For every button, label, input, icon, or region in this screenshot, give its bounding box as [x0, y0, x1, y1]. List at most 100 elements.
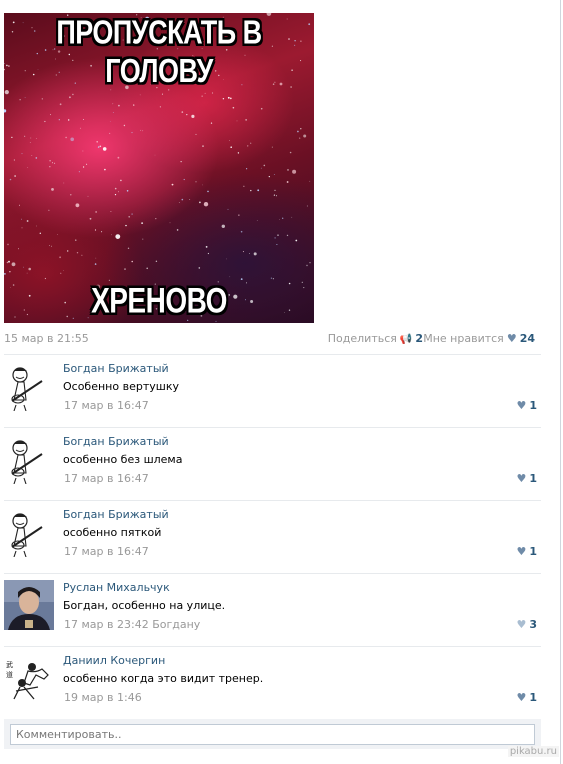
star — [7, 243, 9, 246]
comment-item: Руслан Михальчук Богдан, особенно на ули… — [4, 574, 541, 647]
comment-text: Особенно вертушку — [63, 380, 179, 393]
share-count: 2 — [415, 332, 423, 345]
star — [51, 188, 54, 191]
star — [309, 262, 311, 264]
judo-throw-drawing: 武 道 — [4, 653, 54, 703]
star — [126, 190, 129, 192]
star — [201, 95, 203, 97]
star — [232, 106, 235, 109]
meme-image[interactable]: ПРОПУСКАТЬ В ГОЛОВУ ХРЕНОВО — [4, 13, 314, 323]
star — [36, 138, 37, 139]
comment-like-button[interactable]: ♥ 1 — [516, 545, 537, 558]
comment-input[interactable] — [10, 724, 535, 745]
comment-date[interactable]: 17 мар в 16:47 — [64, 399, 149, 412]
comment-text: особенно пяткой — [63, 526, 162, 539]
comment-author[interactable]: Богдан Брижатый — [63, 435, 169, 448]
star — [50, 114, 51, 116]
judo-avatar[interactable]: 武 道 — [4, 653, 54, 703]
star — [102, 147, 107, 151]
star — [131, 260, 133, 263]
star — [215, 320, 217, 322]
guitarist-drawing — [4, 434, 54, 484]
star — [227, 208, 229, 210]
star — [109, 132, 111, 134]
star — [6, 261, 9, 264]
star — [63, 270, 64, 271]
comment-date[interactable]: 17 мар в 23:42 Богдану — [64, 618, 200, 631]
star — [260, 107, 263, 110]
star — [198, 267, 201, 269]
like-button[interactable]: Мне нравится ♥ 24 — [423, 332, 535, 345]
comment-item: Богдан Брижатый особенно пяткой 17 мар в… — [4, 501, 541, 574]
star — [289, 151, 292, 154]
comment-text: Богдан, особенно на улице. — [63, 599, 226, 612]
star — [118, 191, 119, 193]
star — [124, 268, 126, 270]
post-date[interactable]: 15 мар в 21:55 — [4, 332, 89, 345]
comment-date[interactable]: 17 мар в 16:47 — [64, 545, 149, 558]
star — [125, 224, 127, 227]
comment-composer — [4, 719, 541, 749]
star — [115, 234, 121, 240]
comment-item: 武 道 Даниил Кочергин особенно когда это в… — [4, 647, 541, 720]
photo-avatar[interactable] — [4, 580, 54, 630]
star — [229, 140, 230, 141]
svg-text:武: 武 — [6, 660, 13, 669]
comment-like-button[interactable]: ♥ 3 — [516, 618, 537, 631]
star — [48, 209, 50, 211]
guitarist-avatar[interactable] — [4, 434, 54, 484]
star — [178, 202, 180, 203]
star — [21, 218, 22, 220]
star — [97, 146, 100, 148]
star — [195, 181, 197, 183]
guitarist-avatar[interactable] — [4, 361, 54, 411]
share-button[interactable]: Поделиться 📢 2 — [328, 332, 423, 345]
star — [274, 189, 276, 191]
star — [204, 92, 206, 94]
star — [271, 146, 273, 148]
star — [35, 157, 38, 159]
star — [240, 230, 243, 233]
comment-author[interactable]: Даниил Кочергин — [63, 654, 165, 667]
heart-icon: ♥ — [516, 399, 527, 412]
star — [180, 161, 182, 163]
star — [57, 234, 58, 235]
star — [273, 194, 275, 196]
star — [118, 104, 120, 107]
star — [76, 252, 79, 254]
comment-like-button[interactable]: ♥ 1 — [516, 472, 537, 485]
star — [272, 278, 274, 280]
star — [246, 168, 248, 170]
star — [99, 145, 102, 148]
star — [247, 145, 249, 147]
star — [176, 229, 179, 231]
star — [109, 121, 111, 122]
comment-like-button[interactable]: ♥ 1 — [516, 399, 537, 412]
star — [36, 225, 37, 227]
star — [24, 97, 26, 98]
comment-like-button[interactable]: ♥ 1 — [516, 691, 537, 704]
star — [72, 93, 74, 96]
comment-date[interactable]: 17 мар в 16:47 — [64, 472, 149, 485]
star — [257, 189, 260, 192]
comment-date[interactable]: 19 мар в 1:46 — [64, 691, 142, 704]
star — [242, 251, 244, 253]
comment-author[interactable]: Руслан Михальчук — [63, 581, 170, 594]
star — [306, 205, 308, 207]
star — [142, 238, 144, 240]
comment-author[interactable]: Богдан Брижатый — [63, 508, 169, 521]
star — [229, 97, 232, 100]
star — [181, 111, 184, 113]
star — [96, 141, 98, 143]
star — [44, 277, 47, 280]
star — [273, 174, 275, 175]
comment-author[interactable]: Богдан Брижатый — [63, 362, 169, 375]
star — [142, 130, 144, 132]
star — [9, 271, 11, 273]
star — [227, 96, 230, 99]
star — [65, 136, 67, 139]
star — [207, 252, 209, 255]
star — [140, 129, 142, 131]
guitarist-avatar[interactable] — [4, 507, 54, 557]
comment-item: Богдан Брижатый особенно без шлема 17 ма… — [4, 428, 541, 501]
